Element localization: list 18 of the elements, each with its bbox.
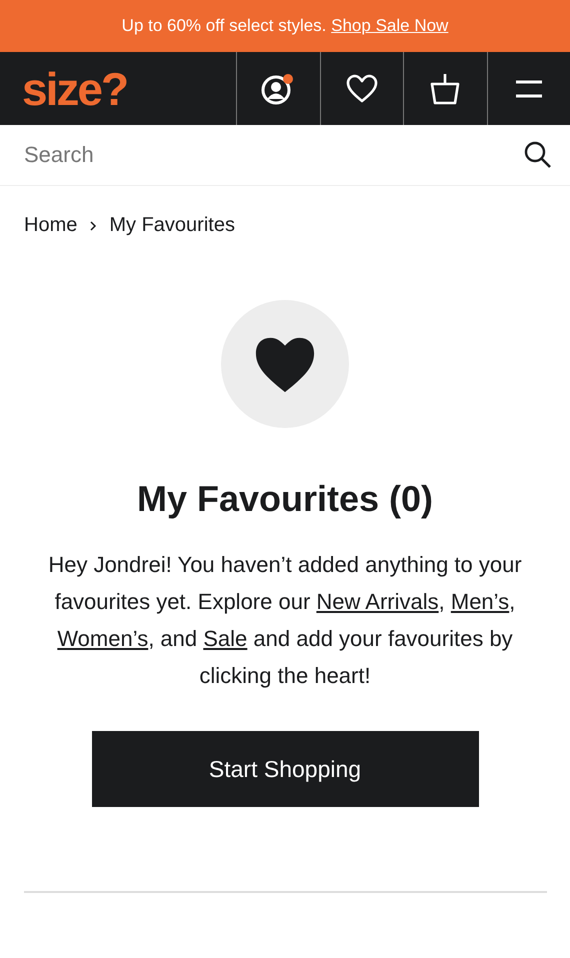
category-link[interactable]: Women’s [57, 626, 148, 651]
breadcrumb-link[interactable]: My Favourites [109, 214, 235, 237]
chevron-icon [89, 220, 98, 230]
logo[interactable]: size? [22, 66, 128, 112]
menu-icon [516, 80, 542, 98]
heart-icon [346, 74, 378, 104]
start-shopping-button[interactable]: Start Shopping [92, 731, 478, 807]
breadcrumb-link[interactable]: Home [24, 214, 78, 237]
empty-message: Hey Jondrei! You haven’t added anything to your favourites yet. Explore our New Arrivals, Men’s, Women’s, and Sale and add your favourites by clicking the heart! [47, 551, 523, 690]
category-link[interactable]: Sale [203, 626, 248, 651]
category-link[interactable]: New Arrivals [316, 589, 439, 614]
basket-icon [429, 72, 462, 104]
category-link[interactable]: Men’s [450, 589, 510, 614]
promo-text: Up to 60% off select styles. [122, 16, 328, 36]
account-icon [261, 72, 296, 106]
search-field[interactable]: Search [24, 142, 524, 168]
page-title: My Favourites (0) [136, 478, 434, 520]
search-icon[interactable] [524, 141, 552, 169]
